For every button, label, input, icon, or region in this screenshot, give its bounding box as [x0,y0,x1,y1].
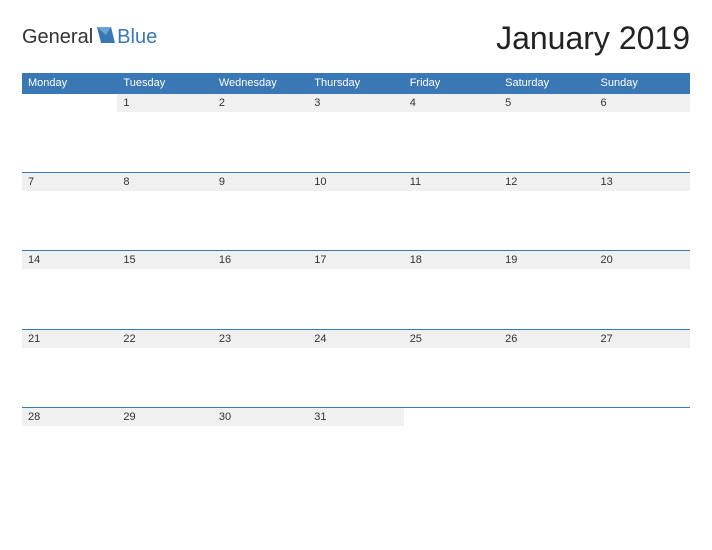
day-cell: 18 [404,251,499,270]
day-cell-empty [595,408,690,427]
week-row: 21 22 23 24 25 26 27 [22,329,690,348]
header: General Blue January 2019 [22,20,690,57]
day-cell: 8 [117,172,212,191]
day-cell-empty [499,408,594,427]
spacer-row [22,426,690,486]
day-cell: 11 [404,172,499,191]
weekday-header: Tuesday [117,73,212,94]
weekday-header: Thursday [308,73,403,94]
week-row: 28 29 30 31 [22,408,690,427]
logo-text-general: General [22,26,93,49]
weekday-header: Friday [404,73,499,94]
weekday-header-row: Monday Tuesday Wednesday Thursday Friday… [22,73,690,94]
day-cell: 3 [308,94,403,113]
day-cell: 9 [213,172,308,191]
day-cell: 22 [117,329,212,348]
weekday-header: Monday [22,73,117,94]
day-cell: 1 [117,94,212,113]
day-cell: 14 [22,251,117,270]
day-cell: 6 [595,94,690,113]
day-cell: 27 [595,329,690,348]
day-cell: 29 [117,408,212,427]
logo-triangle-icon [97,27,115,48]
page-title: January 2019 [496,20,690,57]
spacer-row [22,191,690,251]
day-cell: 4 [404,94,499,113]
calendar-body: 1 2 3 4 5 6 7 8 9 10 11 12 13 14 15 16 1… [22,94,690,487]
weekday-header: Saturday [499,73,594,94]
spacer-row [22,269,690,329]
day-cell: 12 [499,172,594,191]
spacer-row [22,348,690,408]
day-cell: 5 [499,94,594,113]
day-cell: 28 [22,408,117,427]
day-cell-empty [404,408,499,427]
week-row: 7 8 9 10 11 12 13 [22,172,690,191]
day-cell: 2 [213,94,308,113]
day-cell: 19 [499,251,594,270]
day-cell: 16 [213,251,308,270]
day-cell: 7 [22,172,117,191]
day-cell: 21 [22,329,117,348]
day-cell-empty [22,94,117,113]
day-cell: 23 [213,329,308,348]
spacer-row [22,112,690,172]
calendar-grid: Monday Tuesday Wednesday Thursday Friday… [22,73,690,486]
day-cell: 25 [404,329,499,348]
day-cell: 13 [595,172,690,191]
week-row: 14 15 16 17 18 19 20 [22,251,690,270]
weekday-header: Wednesday [213,73,308,94]
day-cell: 20 [595,251,690,270]
day-cell: 24 [308,329,403,348]
logo: General Blue [22,20,157,49]
week-row: 1 2 3 4 5 6 [22,94,690,113]
day-cell: 17 [308,251,403,270]
logo-text-blue: Blue [117,26,157,49]
day-cell: 30 [213,408,308,427]
weekday-header: Sunday [595,73,690,94]
day-cell: 15 [117,251,212,270]
day-cell: 10 [308,172,403,191]
day-cell: 31 [308,408,403,427]
day-cell: 26 [499,329,594,348]
